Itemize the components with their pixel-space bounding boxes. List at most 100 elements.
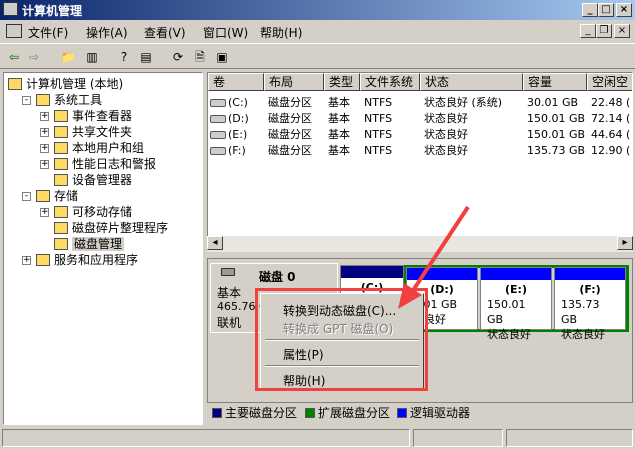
tree-item-label: 存储 xyxy=(54,189,79,203)
tree-item-label: 磁盘碎片整理程序 xyxy=(72,221,169,235)
col-capacity[interactable]: 容量 xyxy=(523,73,587,91)
properties-icon[interactable]: 🗎 xyxy=(192,49,208,65)
tree-item[interactable]: 磁盘碎片整理程序 xyxy=(54,220,168,236)
expander-minus-icon[interactable]: - xyxy=(22,192,31,201)
volume-drive-icon xyxy=(210,147,226,155)
table-cell: 22.48 ( xyxy=(591,96,631,109)
tree-node-icon xyxy=(54,110,68,122)
col-status[interactable]: 状态 xyxy=(420,73,523,91)
show-hide-tree-icon[interactable]: ▥ xyxy=(84,49,100,65)
disk-name: 磁盘 0 xyxy=(259,270,296,284)
col-filesystem[interactable]: 文件系统 xyxy=(360,73,420,91)
partition-status: 状态良好 xyxy=(487,328,531,341)
tree-item-label: 系统工具 xyxy=(54,93,103,107)
up-folder-icon[interactable]: 📁 xyxy=(60,49,76,65)
partition-block[interactable]: (F:) 135.73 GB 状态良好 xyxy=(554,267,626,341)
partition-size: 135.73 GB xyxy=(561,298,600,326)
status-pane-3 xyxy=(506,429,633,447)
table-cell: 状态良好 (系统) xyxy=(424,96,503,109)
volume-drive-icon xyxy=(210,99,226,107)
table-cell: 150.01 GB xyxy=(527,112,586,125)
table-cell: NTFS xyxy=(364,128,393,141)
tree-item-label: 本地用户和组 xyxy=(72,141,145,155)
menu-view[interactable]: 查看(V) xyxy=(144,24,186,41)
expander-plus-icon[interactable]: + xyxy=(40,128,49,137)
child-close-button[interactable]: × xyxy=(614,24,630,38)
tree-node-icon xyxy=(54,142,68,154)
toolbar: ⇦ ⇨ 📁 ▥ ? ▤ ⟳ 🗎 ▣ xyxy=(0,43,635,69)
disk-icon[interactable]: ▣ xyxy=(214,49,230,65)
table-cell: 150.01 GB xyxy=(527,128,586,141)
partition-block[interactable]: (E:) 150.01 GB 状态良好 xyxy=(480,267,552,341)
maximize-button[interactable]: □ xyxy=(598,3,614,17)
tree-node-icon xyxy=(36,190,50,202)
expander-plus-icon[interactable]: + xyxy=(22,256,31,265)
tree-item[interactable]: 系统工具 xyxy=(36,92,102,108)
table-cell: (F:) xyxy=(228,144,246,157)
col-layout[interactable]: 布局 xyxy=(264,73,324,91)
tree-node-icon xyxy=(36,254,50,266)
child-minimize-button[interactable]: _ xyxy=(580,24,596,38)
menu-window[interactable]: 窗口(W) xyxy=(203,24,248,41)
table-cell: (C:) xyxy=(228,96,248,109)
col-volume[interactable]: 卷 xyxy=(208,73,264,91)
tree-item-label: 磁盘管理 xyxy=(72,237,125,251)
tree-node-icon xyxy=(54,174,68,186)
partition-color-bar xyxy=(481,268,551,280)
tree-item-label: 共享文件夹 xyxy=(72,125,133,139)
tree-item[interactable]: 共享文件夹 xyxy=(54,124,132,140)
expander-plus-icon[interactable]: + xyxy=(40,160,49,169)
menu-help[interactable]: 帮助(H) xyxy=(260,24,302,41)
table-cell: 磁盘分区 xyxy=(268,128,312,141)
table-row[interactable]: (C:) 磁盘分区 基本 NTFS 状态良好 (系统) 30.01 GB 22.48 ( xyxy=(208,95,632,111)
table-cell: 72.14 ( xyxy=(591,112,631,125)
tree-item[interactable]: 本地用户和组 xyxy=(54,140,144,156)
help-icon[interactable]: ? xyxy=(116,49,132,65)
table-cell: 基本 xyxy=(328,128,350,141)
tree-item[interactable]: 服务和应用程序 xyxy=(36,252,138,268)
legend-swatch xyxy=(212,408,222,418)
expander-plus-icon[interactable]: + xyxy=(40,112,49,121)
menu-action[interactable]: 操作(A) xyxy=(86,24,128,41)
tree-item[interactable]: 设备管理器 xyxy=(54,172,132,188)
table-cell: 磁盘分区 xyxy=(268,112,312,125)
table-row[interactable]: (D:) 磁盘分区 基本 NTFS 状态良好 150.01 GB 72.14 ( xyxy=(208,111,632,127)
legend-item: 主要磁盘分区 xyxy=(212,407,297,419)
expander-minus-icon[interactable]: - xyxy=(22,96,31,105)
expander-plus-icon[interactable]: + xyxy=(40,144,49,153)
computer-icon xyxy=(3,2,18,16)
expander-plus-icon[interactable]: + xyxy=(40,208,49,217)
close-button[interactable]: × xyxy=(616,3,632,17)
tree-item[interactable]: 性能日志和警报 xyxy=(54,156,156,172)
menu-bar: 文件(F) 操作(A) 查看(V) 窗口(W) 帮助(H) _ ❐ × xyxy=(0,20,635,42)
tree-node-icon xyxy=(54,126,68,138)
minimize-button[interactable]: _ xyxy=(582,3,598,17)
console-tree: 计算机管理 (本地) - 系统工具 + 事件查看器 + 共享文件夹 + 本地用户和组 + 性能日志和… xyxy=(3,72,203,425)
table-row[interactable]: (F:) 磁盘分区 基本 NTFS 状态良好 135.73 GB 12.90 ( xyxy=(208,143,632,159)
child-restore-button[interactable]: ❐ xyxy=(596,24,612,38)
disk-drive-icon xyxy=(221,268,235,276)
tree-item-label: 性能日志和警报 xyxy=(72,157,157,171)
refresh-icon[interactable]: ⟳ xyxy=(170,49,186,65)
tree-node-icon xyxy=(54,238,68,250)
forward-icon[interactable]: ⇨ xyxy=(26,49,42,65)
scroll-left-button[interactable]: ◂ xyxy=(207,236,223,250)
back-icon[interactable]: ⇦ xyxy=(6,49,22,65)
table-row[interactable]: (E:) 磁盘分区 基本 NTFS 状态良好 150.01 GB 44.64 ( xyxy=(208,127,632,143)
tree-item[interactable]: 计算机管理 (本地) xyxy=(8,76,123,92)
action-pane-icon[interactable]: ▤ xyxy=(138,49,154,65)
col-type[interactable]: 类型 xyxy=(324,73,360,91)
col-free[interactable]: 空闲空 xyxy=(587,73,632,91)
tree-item[interactable]: 可移动存储 xyxy=(54,204,132,220)
tree-item[interactable]: 存储 xyxy=(36,188,78,204)
table-cell: NTFS xyxy=(364,96,393,109)
table-cell: 12.90 ( xyxy=(591,144,631,157)
tree-item[interactable]: 事件查看器 xyxy=(54,108,132,124)
legend: 主要磁盘分区 扩展磁盘分区 逻辑驱动器 xyxy=(207,403,633,423)
table-cell: 30.01 GB xyxy=(527,96,579,109)
tree-item[interactable]: 磁盘管理 xyxy=(54,236,125,252)
app-menu-icon[interactable] xyxy=(6,24,22,38)
menu-file[interactable]: 文件(F) xyxy=(28,24,68,41)
partition-size: 150.01 GB xyxy=(487,298,526,326)
scroll-right-button[interactable]: ▸ xyxy=(617,236,633,250)
